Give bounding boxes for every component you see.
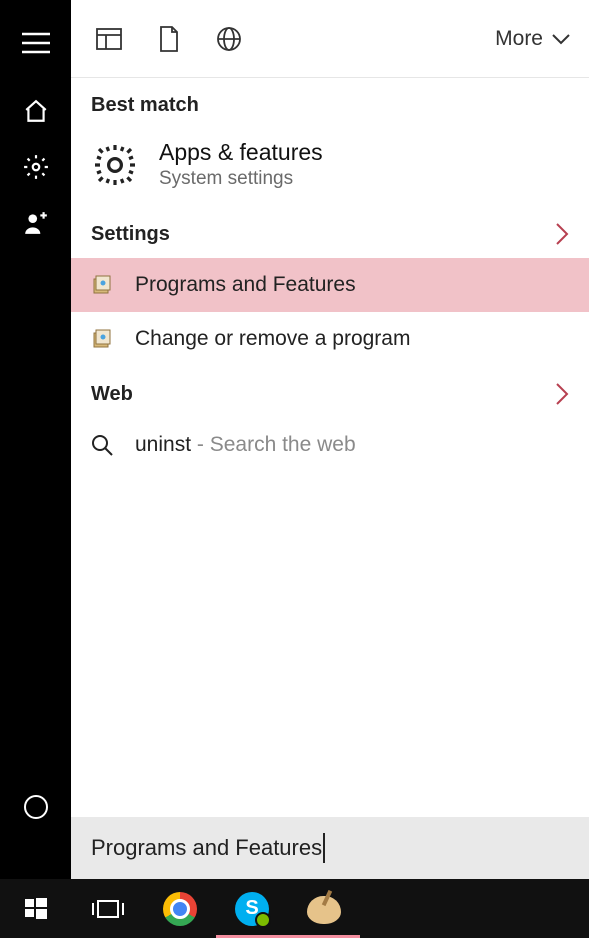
best-match-header: Best match — [71, 78, 589, 129]
gear-icon[interactable] — [18, 149, 54, 185]
chrome-icon — [163, 892, 197, 926]
search-icon — [91, 434, 113, 456]
settings-item-label: Programs and Features — [135, 273, 356, 297]
text-cursor — [323, 833, 325, 863]
chevron-right-icon — [555, 382, 569, 406]
taskbar-app-chrome[interactable] — [144, 879, 216, 938]
taskbar-app-skype[interactable]: S — [216, 879, 288, 938]
task-view-button[interactable] — [72, 879, 144, 938]
settings-header[interactable]: Settings — [71, 206, 589, 258]
taskbar: S — [0, 879, 589, 938]
start-button[interactable] — [0, 879, 72, 938]
settings-item-change-remove[interactable]: Change or remove a program — [71, 312, 589, 366]
search-results-panel: More Best match Apps & features System s… — [71, 0, 589, 879]
start-menu-sidebar — [0, 0, 71, 879]
settings-item-label: Change or remove a program — [135, 327, 410, 351]
search-input-value: Programs and Features — [91, 835, 322, 861]
taskbar-app-paint[interactable] — [288, 879, 360, 938]
best-match-subtitle: System settings — [159, 168, 323, 190]
hamburger-icon[interactable] — [18, 25, 54, 61]
chevron-down-icon — [551, 33, 571, 45]
search-input[interactable]: Programs and Features — [71, 817, 589, 879]
web-query-text: uninst — [135, 433, 191, 456]
filter-topbar: More — [71, 0, 589, 78]
home-icon[interactable] — [18, 93, 54, 129]
documents-filter-icon[interactable] — [149, 19, 189, 59]
web-suffix-text: - Search the web — [191, 433, 356, 456]
paint-icon — [305, 894, 343, 924]
user-icon[interactable] — [18, 205, 54, 241]
more-filters-button[interactable]: More — [495, 27, 571, 51]
web-search-item[interactable]: uninst - Search the web — [71, 418, 589, 472]
best-match-title: Apps & features — [159, 139, 323, 166]
web-header[interactable]: Web — [71, 366, 589, 418]
more-label: More — [495, 27, 543, 51]
chevron-right-icon — [555, 222, 569, 246]
apps-filter-icon[interactable] — [89, 19, 129, 59]
programs-icon — [91, 328, 113, 350]
settings-gear-icon — [91, 141, 139, 189]
skype-icon: S — [235, 892, 269, 926]
programs-icon — [91, 274, 113, 296]
cortana-icon[interactable] — [24, 795, 48, 819]
best-match-apps-features[interactable]: Apps & features System settings — [71, 129, 589, 206]
settings-item-programs-features[interactable]: Programs and Features — [71, 258, 589, 312]
web-filter-icon[interactable] — [209, 19, 249, 59]
